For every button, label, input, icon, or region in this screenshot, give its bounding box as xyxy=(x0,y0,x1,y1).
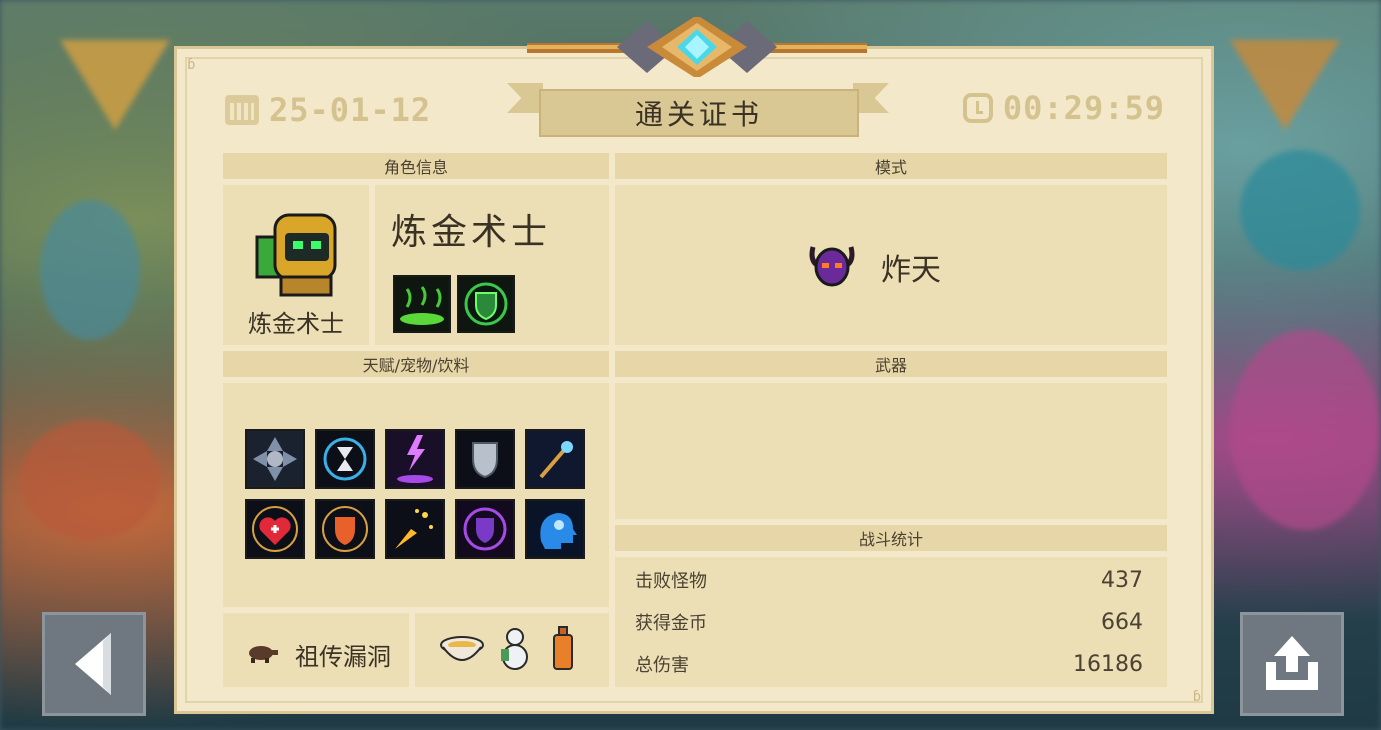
battle-stats-box: 击败怪物 437 获得金币 664 总伤害 16186 xyxy=(615,557,1167,687)
stat-value: 16186 xyxy=(1073,651,1143,677)
fire-shield-talent-icon[interactable] xyxy=(315,499,375,559)
stat-label: 总伤害 xyxy=(635,655,689,676)
turtle-pet-icon xyxy=(249,646,278,663)
hourglass-talent-icon[interactable] xyxy=(315,429,375,489)
back-arrow-icon xyxy=(75,633,111,695)
mode-header: 模式 xyxy=(615,153,1167,179)
stat-row-monsters: 击败怪物 437 xyxy=(635,565,1143,595)
background-blob xyxy=(1240,150,1360,270)
pet-box: 祖传漏洞 xyxy=(223,613,409,687)
time-display: 00:29:59 xyxy=(962,89,1165,127)
character-name: 炼金术士 xyxy=(391,212,552,253)
orange-bottle-icon xyxy=(553,626,573,670)
character-portrait-box: 炼金术士 xyxy=(223,185,369,345)
purple-shield-talent-icon[interactable] xyxy=(455,499,515,559)
date-display: 25-01-12 xyxy=(225,91,431,129)
stat-value: 437 xyxy=(1101,567,1143,593)
bunting-flag xyxy=(1230,40,1340,130)
drinks-box xyxy=(415,613,609,687)
blue-brain-talent-icon[interactable] xyxy=(525,499,585,559)
snowman-drink-icon xyxy=(501,628,528,670)
corner-ornament: ɓ xyxy=(187,57,196,73)
battle-stats-header: 战斗统计 xyxy=(615,525,1167,551)
purple-lightning-talent-icon[interactable] xyxy=(385,429,445,489)
spinning-blades-talent-icon[interactable] xyxy=(245,429,305,489)
back-button[interactable] xyxy=(42,612,146,716)
silver-shield-talent-icon[interactable] xyxy=(455,429,515,489)
poison-cloud-skill-icon[interactable] xyxy=(393,275,451,333)
calendar-icon xyxy=(225,95,259,125)
weapons-box xyxy=(615,383,1167,519)
character-portrait-name: 炼金术士 xyxy=(248,310,344,338)
clock-icon xyxy=(962,93,993,123)
stat-value: 664 xyxy=(1101,609,1143,635)
time-text: 00:29:59 xyxy=(1002,89,1165,127)
mode-box: 炸天 xyxy=(615,185,1167,345)
corner-ornament: ɓ xyxy=(1192,689,1201,705)
character-detail-box: 炼金术士 xyxy=(375,185,609,345)
stat-row-gold: 获得金币 664 xyxy=(635,607,1143,637)
talents-box xyxy=(223,383,609,607)
background-blob xyxy=(40,200,140,340)
red-heart-heal-talent-icon[interactable] xyxy=(245,499,305,559)
pet-label: 祖传漏洞 xyxy=(295,643,391,671)
background-blob xyxy=(20,420,160,540)
date-text: 25-01-12 xyxy=(269,91,432,129)
golden-sparks-talent-icon[interactable] xyxy=(385,499,445,559)
share-icon xyxy=(1266,636,1318,690)
background-blob xyxy=(1230,330,1380,530)
certificate-title: 通关证书 xyxy=(539,89,859,137)
green-shield-skill-icon[interactable] xyxy=(457,275,515,333)
noodle-bowl-icon xyxy=(440,636,484,661)
magic-staff-talent-icon[interactable] xyxy=(525,429,585,489)
talents-header: 天赋/宠物/饮料 xyxy=(223,351,609,377)
stat-label: 获得金币 xyxy=(635,613,707,634)
share-button[interactable] xyxy=(1240,612,1344,716)
character-info-header: 角色信息 xyxy=(223,153,609,179)
mode-name: 炸天 xyxy=(881,253,941,288)
alchemist-portrait-icon xyxy=(255,213,337,297)
stat-row-damage: 总伤害 16186 xyxy=(635,649,1143,679)
stat-label: 击败怪物 xyxy=(635,571,707,592)
certificate-panel: ɓ ɓ 25-01-12 通关证书 00:29:59 角色信息 炼金术士 炼金术… xyxy=(174,17,1214,714)
weapons-header: 武器 xyxy=(615,351,1167,377)
purple-demon-mask-icon xyxy=(809,246,855,287)
bunting-flag xyxy=(60,40,170,130)
crest-ornament xyxy=(527,17,867,77)
